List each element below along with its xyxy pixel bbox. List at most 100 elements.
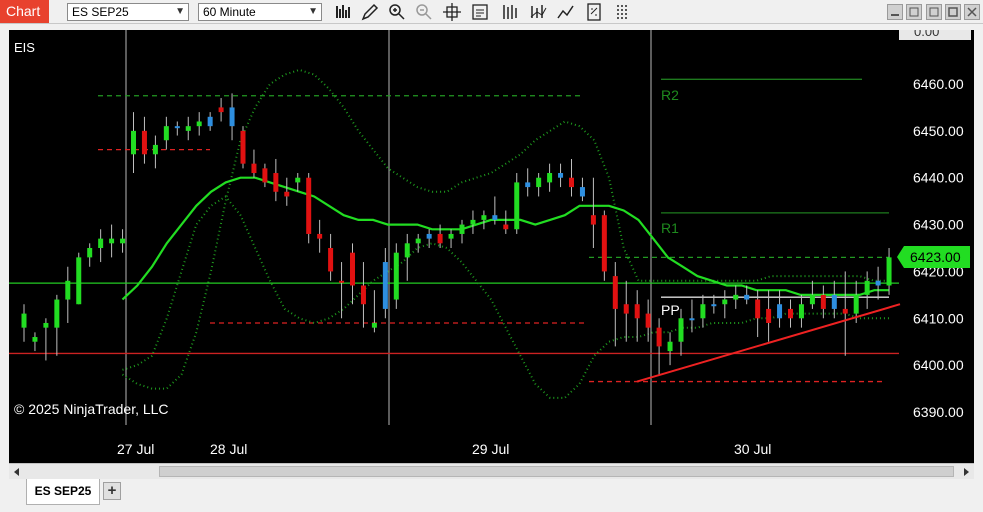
- candle-body: [339, 280, 345, 283]
- properties-icon[interactable]: [584, 2, 604, 22]
- candle: [152, 135, 158, 169]
- crosshair-icon[interactable]: [442, 2, 462, 22]
- candle-body: [711, 304, 717, 307]
- candle-body: [207, 116, 213, 127]
- zoom-out-icon[interactable]: [414, 2, 434, 22]
- candle: [448, 229, 454, 248]
- data-box-icon[interactable]: [470, 2, 490, 22]
- templates-icon[interactable]: [613, 2, 633, 22]
- pencil-icon[interactable]: [360, 2, 380, 22]
- interval-selector[interactable]: 60 Minute ▼: [198, 3, 322, 21]
- candle: [339, 262, 345, 319]
- candle: [645, 299, 651, 342]
- candle-body: [240, 130, 246, 164]
- session-dividers: [125, 30, 652, 425]
- candle-body: [634, 304, 640, 319]
- date-label-28-jul: 28 Jul: [210, 441, 247, 457]
- scrollbar-thumb[interactable]: [159, 466, 954, 477]
- candle: [459, 219, 465, 244]
- candle-body: [558, 173, 564, 178]
- candle: [98, 229, 104, 263]
- app-title[interactable]: Chart: [0, 0, 49, 23]
- candle-body: [689, 318, 695, 321]
- candle-body: [569, 177, 574, 188]
- candle: [777, 290, 783, 328]
- scroll-right-icon[interactable]: [961, 467, 971, 477]
- candle: [547, 163, 553, 192]
- candle: [120, 229, 126, 253]
- price-axis-label: 6430.00: [913, 217, 964, 233]
- candle: [612, 262, 618, 347]
- candle: [240, 126, 246, 169]
- candle-body: [733, 294, 739, 300]
- candle-body: [514, 182, 520, 230]
- candle: [601, 210, 607, 281]
- candle-body: [547, 173, 553, 183]
- candle-body: [360, 285, 366, 305]
- candle-body: [700, 304, 706, 319]
- candle: [229, 93, 235, 141]
- candle-body: [788, 308, 793, 319]
- candle-body: [306, 177, 312, 234]
- strategies-icon[interactable]: [528, 2, 548, 22]
- tab-es-sep25[interactable]: ES SEP25: [26, 479, 100, 505]
- restore-button[interactable]: [906, 4, 922, 20]
- chart-panel[interactable]: 6460.00 6450.00 6440.00 6430.00 6420.00 6410.…: [9, 30, 974, 463]
- candle: [514, 173, 520, 234]
- candle: [404, 233, 410, 281]
- candle: [350, 243, 355, 305]
- candle: [251, 149, 257, 178]
- candle: [536, 173, 542, 197]
- candle-body: [853, 294, 859, 314]
- add-tab-button[interactable]: +: [103, 482, 121, 500]
- candle: [809, 280, 815, 309]
- candle-body: [196, 121, 202, 127]
- indicators-icon[interactable]: [500, 2, 520, 22]
- candle: [766, 290, 772, 342]
- candle-body: [218, 107, 224, 113]
- maximize-button[interactable]: [945, 4, 961, 20]
- candle-body: [65, 280, 71, 300]
- candle-body: [645, 313, 651, 328]
- candle: [185, 116, 191, 141]
- bar-chart-icon[interactable]: [334, 2, 354, 22]
- candle-body: [152, 144, 158, 155]
- candle-body: [109, 238, 115, 244]
- candle-body: [623, 304, 629, 314]
- candle-body: [229, 107, 235, 127]
- candle: [76, 252, 82, 305]
- candle-body: [722, 299, 728, 305]
- pin-button[interactable]: [926, 4, 942, 20]
- candle: [875, 266, 881, 300]
- candle: [886, 247, 892, 295]
- candle: [360, 262, 366, 328]
- zoom-in-icon[interactable]: [387, 2, 407, 22]
- last-price-label: 6423.00: [910, 249, 961, 265]
- candle: [722, 290, 728, 319]
- candle: [87, 243, 93, 267]
- candle-body: [612, 276, 618, 309]
- candle-body: [185, 126, 191, 131]
- candle-body: [371, 322, 377, 328]
- candle: [196, 112, 202, 136]
- ma-line: [121, 176, 889, 301]
- candle-body: [393, 252, 399, 300]
- candle-body: [536, 177, 542, 188]
- close-button[interactable]: [964, 4, 980, 20]
- horizontal-scrollbar[interactable]: [9, 463, 974, 479]
- candle: [437, 224, 443, 248]
- candle-body: [120, 238, 126, 244]
- minimize-button[interactable]: [887, 4, 903, 20]
- candle: [831, 280, 837, 319]
- candle: [569, 158, 574, 197]
- candle: [328, 233, 334, 281]
- instrument-label: EIS: [14, 40, 35, 55]
- price-chart[interactable]: 6460.006450.006440.006430.006420.006410.…: [9, 30, 974, 463]
- moving-average: [121, 176, 889, 301]
- candle-body: [766, 308, 772, 323]
- candles: [21, 93, 892, 375]
- candle-body: [284, 191, 290, 197]
- instrument-selector[interactable]: ES SEP25 ▼: [67, 3, 189, 21]
- drawing-tools-icon[interactable]: [556, 2, 576, 22]
- scroll-left-icon[interactable]: [12, 467, 22, 477]
